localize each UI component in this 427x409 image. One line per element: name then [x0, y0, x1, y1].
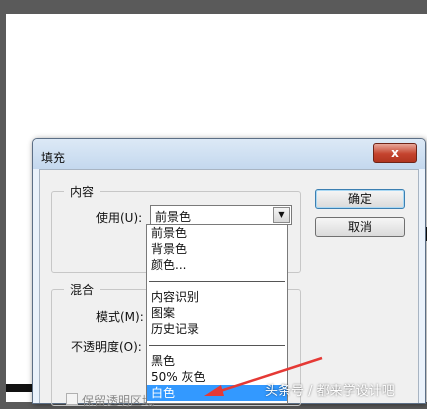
- annotation-arrow: [204, 356, 323, 396]
- watermark-text: 头条号 / 都来学设计吧: [265, 384, 395, 399]
- annotation-arrow-head: [204, 385, 224, 396]
